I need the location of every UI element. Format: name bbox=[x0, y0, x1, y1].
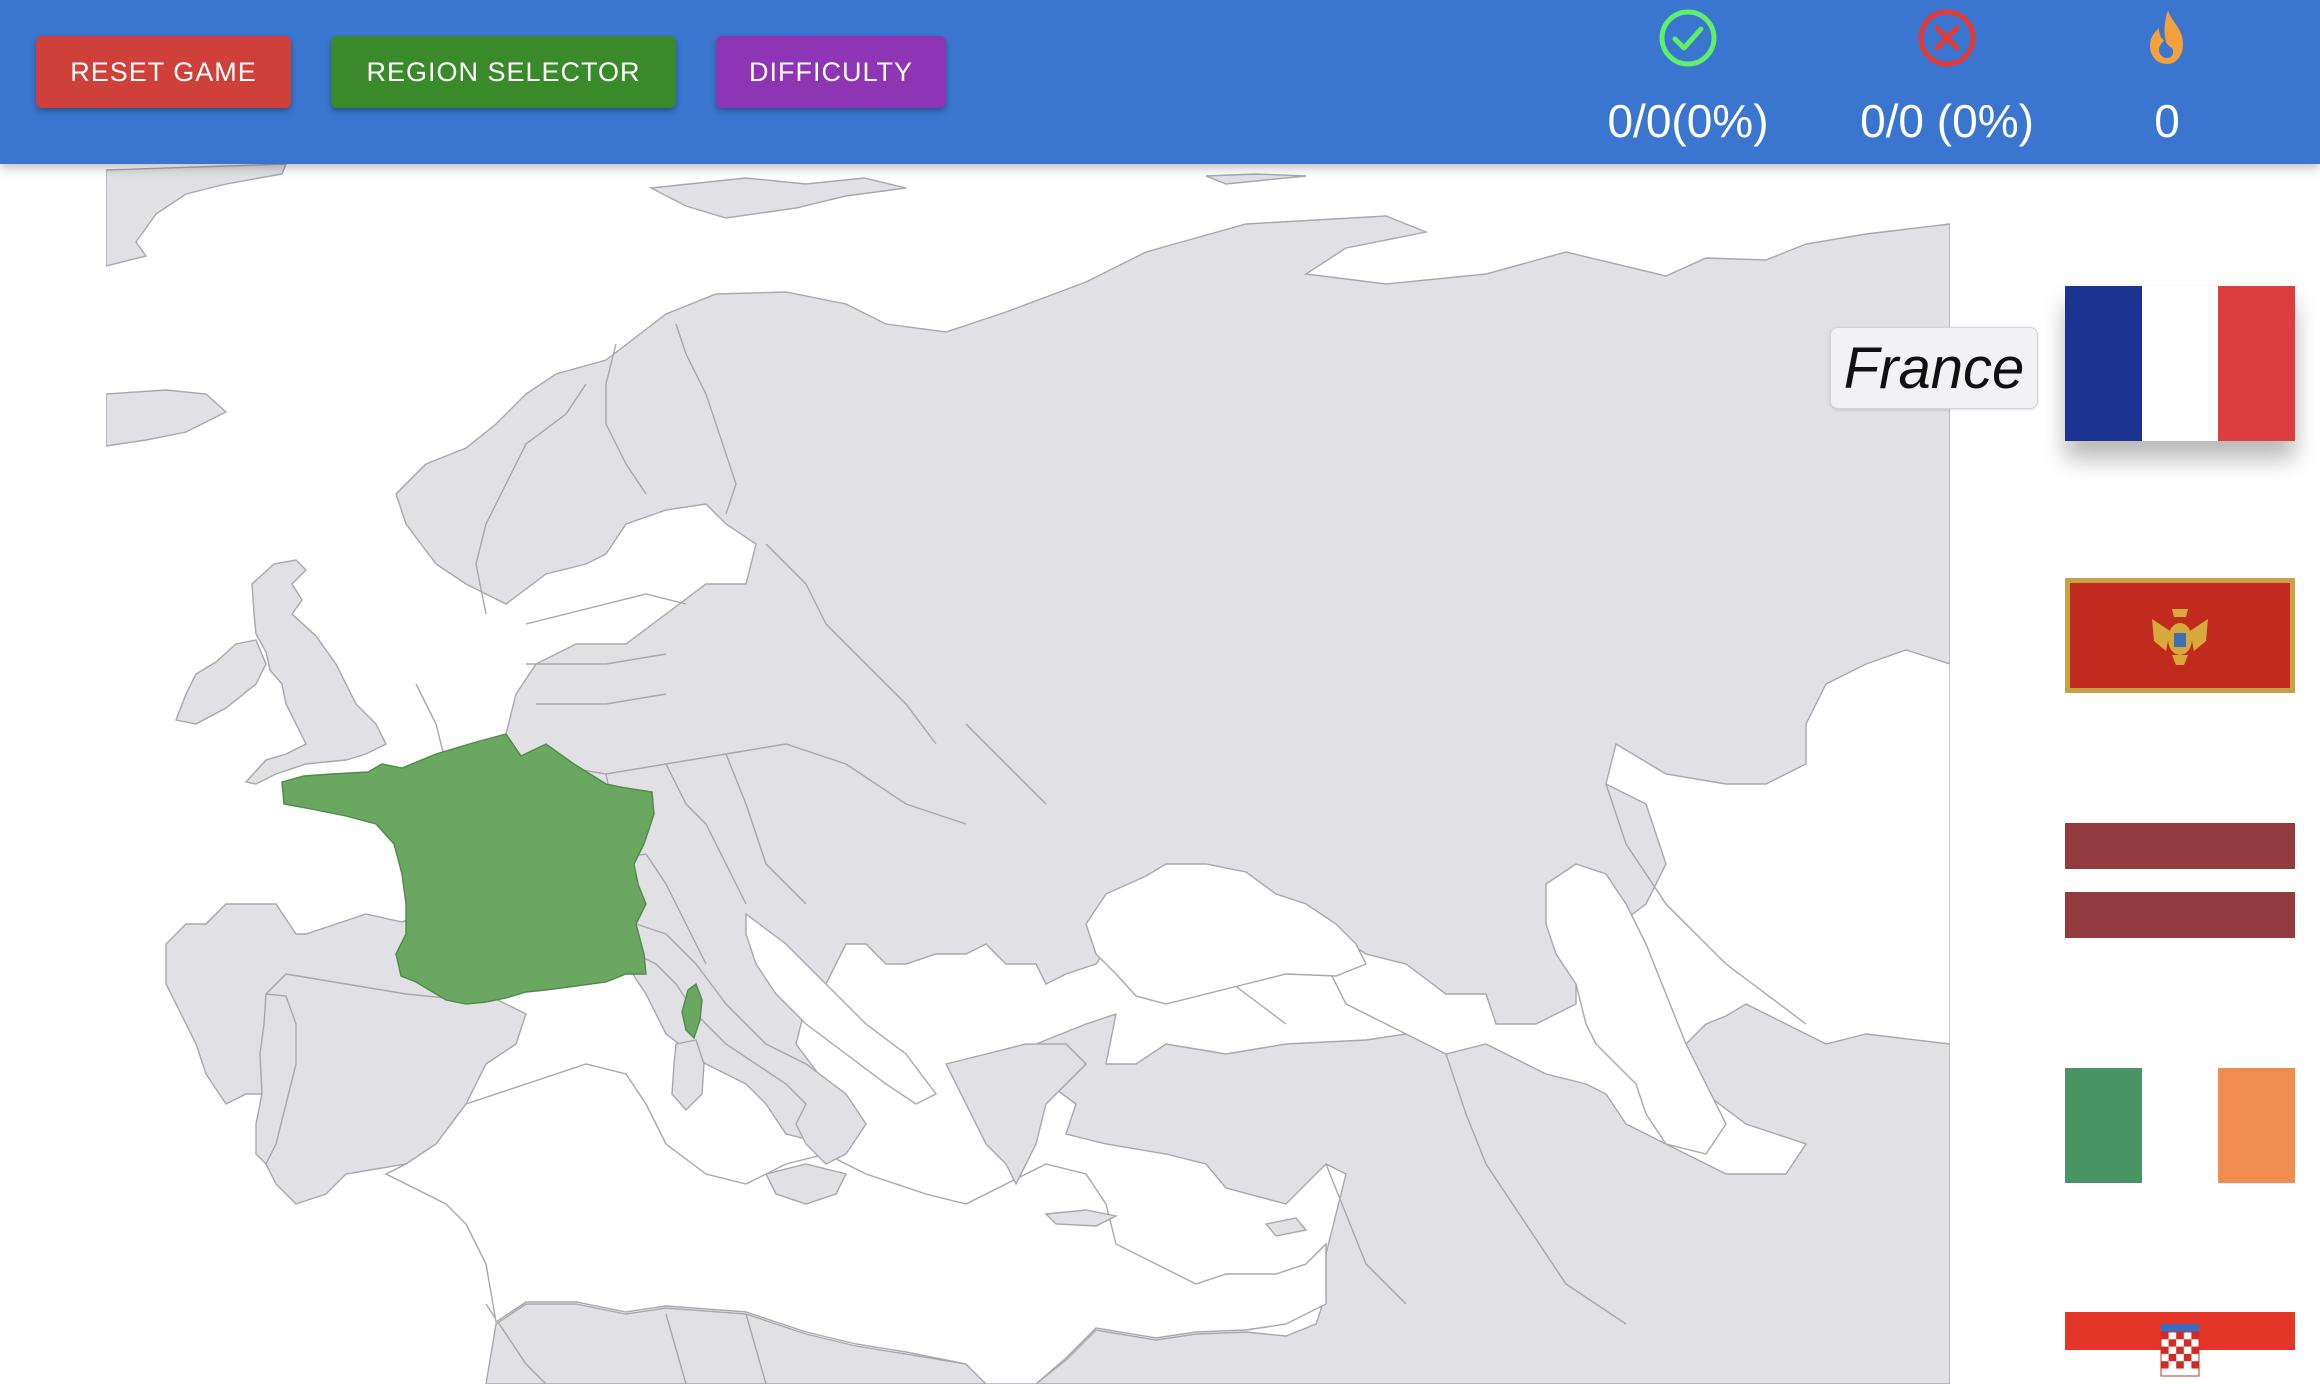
country-united-kingdom[interactable] bbox=[244, 559, 387, 785]
map-area[interactable] bbox=[106, 164, 1950, 1384]
top-bar: RESET GAME REGION SELECTOR DIFFICULTY 0/… bbox=[0, 0, 2320, 164]
flag-option-ireland[interactable] bbox=[2065, 1068, 2295, 1183]
check-circle-icon bbox=[1659, 9, 1717, 67]
flag-option-latvia[interactable] bbox=[2065, 823, 2295, 938]
difficulty-button[interactable]: DIFFICULTY bbox=[716, 36, 946, 108]
croatia-flag-icon bbox=[2065, 1312, 2295, 1384]
latvia-flag-icon bbox=[2065, 823, 2295, 938]
flag-option-croatia[interactable] bbox=[2065, 1312, 2295, 1384]
ireland-flag-icon bbox=[2065, 1068, 2295, 1183]
montenegro-flag-icon bbox=[2065, 578, 2295, 693]
country-name-label: France bbox=[1830, 327, 2038, 409]
region-selector-button[interactable]: REGION SELECTOR bbox=[331, 36, 676, 108]
flame-icon bbox=[2150, 10, 2183, 64]
country-iceland[interactable] bbox=[106, 389, 228, 447]
country-greenland[interactable] bbox=[106, 164, 287, 267]
france-flag-icon bbox=[2065, 286, 2295, 441]
island-svalbard[interactable] bbox=[648, 177, 907, 219]
island-franz-josef[interactable] bbox=[1205, 173, 1307, 185]
streak-count: 0 bbox=[2154, 95, 2180, 147]
europe-map[interactable] bbox=[106, 164, 1950, 1384]
streak-stat: 0 bbox=[2052, 0, 2282, 164]
correct-count: 0/0(0%) bbox=[1607, 95, 1769, 147]
country-greece[interactable] bbox=[944, 1043, 1087, 1186]
island-sardinia[interactable] bbox=[671, 1039, 705, 1112]
x-circle-icon bbox=[1918, 9, 1976, 67]
wrong-count: 0/0 (0%) bbox=[1860, 95, 2034, 147]
flag-option-france[interactable] bbox=[2065, 286, 2295, 441]
wrong-stat: 0/0 (0%) bbox=[1832, 0, 2062, 164]
island-cyprus[interactable] bbox=[1264, 1217, 1308, 1237]
country-ireland[interactable] bbox=[175, 639, 267, 725]
flag-option-montenegro[interactable] bbox=[2065, 578, 2295, 693]
reset-game-button[interactable]: RESET GAME bbox=[36, 36, 291, 108]
correct-stat: 0/0(0%) bbox=[1573, 0, 1803, 164]
